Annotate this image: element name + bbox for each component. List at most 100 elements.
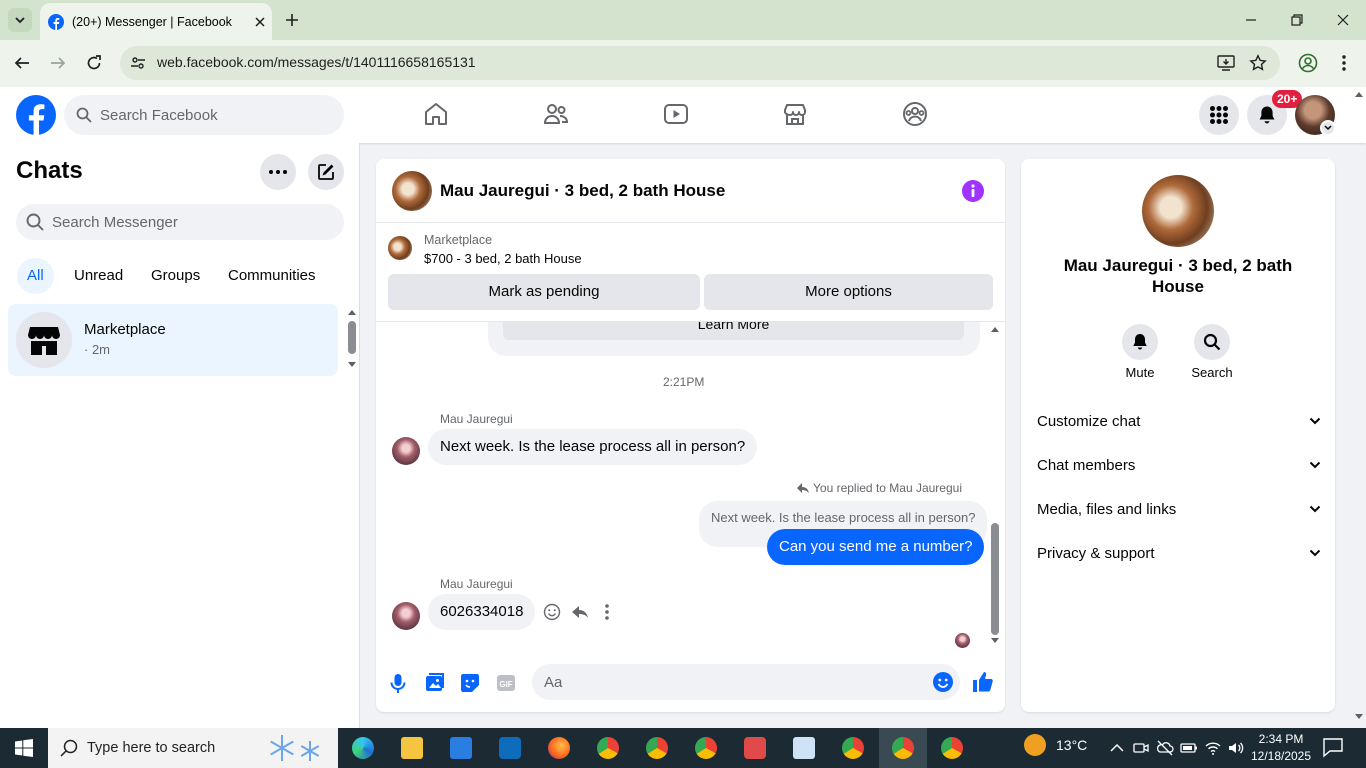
- sticker-icon[interactable]: [459, 672, 481, 694]
- install-app-button[interactable]: [1215, 53, 1237, 73]
- sender-avatar[interactable]: [392, 437, 420, 465]
- browser-profile-button[interactable]: [1297, 53, 1319, 73]
- facebook-search-input[interactable]: Search Facebook: [64, 95, 344, 135]
- restore-window-button[interactable]: [1274, 0, 1320, 40]
- home-icon[interactable]: [423, 101, 449, 127]
- taskbar-app-snipping-tool[interactable]: [739, 732, 771, 764]
- new-tab-button[interactable]: [280, 8, 304, 32]
- conversation-header-avatar[interactable]: [392, 171, 432, 211]
- taskbar-app-notepad[interactable]: [788, 732, 820, 764]
- microphone-icon[interactable]: [387, 672, 409, 694]
- messenger-search-input[interactable]: Search Messenger: [16, 204, 344, 240]
- chat-options-button[interactable]: [260, 154, 296, 190]
- conversation-scrollbar[interactable]: [991, 523, 999, 635]
- search-in-conversation-button[interactable]: [1194, 324, 1230, 360]
- taskbar-app-chrome-5[interactable]: [936, 732, 968, 764]
- sender-avatar[interactable]: [392, 602, 420, 630]
- learn-more-button[interactable]: Learn More: [503, 322, 964, 340]
- browser-tab-messenger[interactable]: (20+) Messenger | Facebook: [40, 3, 272, 40]
- taskbar-app-chrome-4[interactable]: [837, 732, 869, 764]
- marketplace-icon[interactable]: [782, 101, 808, 127]
- video-icon[interactable]: [663, 101, 689, 127]
- scroll-down-arrow-icon[interactable]: [346, 361, 358, 369]
- taskbar-app-store[interactable]: [445, 732, 477, 764]
- minimize-window-button[interactable]: [1228, 0, 1274, 40]
- reload-button[interactable]: [81, 51, 107, 75]
- gif-icon[interactable]: GIF: [495, 672, 517, 694]
- info-panel-avatar[interactable]: [1142, 175, 1214, 247]
- privacy-support-section[interactable]: Privacy & support: [1037, 543, 1321, 563]
- more-options-button[interactable]: More options: [704, 274, 993, 310]
- chevron-up-icon[interactable]: [1108, 739, 1126, 757]
- groups-icon[interactable]: [902, 101, 928, 127]
- page-scroll-up-arrow-icon[interactable]: [1354, 90, 1364, 98]
- more-vertical-icon[interactable]: [604, 603, 610, 621]
- close-icon: [1337, 14, 1349, 26]
- info-icon[interactable]: [962, 180, 984, 202]
- listing-title[interactable]: $700 - 3 bed, 2 bath House: [424, 251, 582, 266]
- volume-icon[interactable]: [1227, 739, 1245, 757]
- browser-menu-button[interactable]: [1333, 53, 1355, 73]
- mark-as-pending-button[interactable]: Mark as pending: [388, 274, 700, 310]
- reply-icon[interactable]: [571, 603, 589, 621]
- photo-icon[interactable]: [423, 672, 445, 694]
- chat-members-section[interactable]: Chat members: [1037, 455, 1321, 475]
- taskbar-app-mail[interactable]: [494, 732, 526, 764]
- chat-list-scrollbar[interactable]: [348, 321, 356, 354]
- account-menu-caret[interactable]: [1320, 120, 1336, 136]
- taskbar-app-file-explorer[interactable]: [396, 732, 428, 764]
- facebook-logo-icon[interactable]: [16, 95, 56, 135]
- taskbar-app-edge[interactable]: [347, 732, 379, 764]
- wifi-icon[interactable]: [1204, 739, 1222, 757]
- scroll-up-arrow-icon[interactable]: [990, 325, 1000, 333]
- bookmark-button[interactable]: [1247, 53, 1269, 73]
- filter-unread[interactable]: Unread: [64, 258, 133, 294]
- listing-thumbnail[interactable]: [388, 236, 412, 260]
- message-input[interactable]: [532, 664, 922, 700]
- facebook-favicon-icon: [48, 13, 64, 30]
- meet-now-icon[interactable]: [1132, 739, 1150, 757]
- more-vertical-icon: [1342, 55, 1346, 71]
- back-button[interactable]: [9, 51, 35, 75]
- emoji-icon[interactable]: [932, 671, 954, 693]
- new-message-button[interactable]: [308, 154, 344, 190]
- chevron-down-icon: [15, 17, 25, 24]
- filter-communities[interactable]: Communities: [218, 258, 326, 294]
- scroll-down-arrow-icon[interactable]: [990, 637, 1000, 645]
- cloud-offline-icon[interactable]: [1156, 739, 1174, 757]
- scroll-up-arrow-icon[interactable]: [346, 308, 358, 316]
- close-window-button[interactable]: [1320, 0, 1366, 40]
- taskbar-app-chrome-3[interactable]: [690, 732, 722, 764]
- mute-button[interactable]: [1122, 324, 1158, 360]
- taskbar-app-chrome-1[interactable]: [592, 732, 624, 764]
- friends-icon[interactable]: [543, 101, 569, 127]
- page-scroll-down-arrow-icon[interactable]: [1354, 713, 1364, 721]
- customize-chat-section[interactable]: Customize chat: [1037, 411, 1321, 431]
- restore-icon: [1291, 14, 1303, 26]
- incoming-message[interactable]: 6026334018: [428, 594, 536, 630]
- taskbar-app-chrome-active[interactable]: [887, 732, 919, 764]
- site-info-button[interactable]: [128, 53, 148, 73]
- incoming-message[interactable]: Next week. Is the lease process all in p…: [428, 429, 758, 465]
- start-button[interactable]: [0, 728, 48, 768]
- react-emoji-icon[interactable]: [543, 603, 561, 621]
- tab-close-button[interactable]: [248, 10, 272, 34]
- filter-groups[interactable]: Groups: [141, 258, 210, 294]
- outgoing-message[interactable]: Can you send me a number?: [767, 529, 985, 565]
- taskbar-search-box[interactable]: Type here to search: [48, 728, 338, 768]
- battery-icon[interactable]: [1180, 739, 1198, 757]
- thumbs-up-icon[interactable]: [971, 670, 995, 694]
- taskbar-weather[interactable]: 13°C: [1024, 734, 1087, 756]
- taskbar-app-chrome-2[interactable]: [641, 732, 673, 764]
- tab-list-button[interactable]: [8, 8, 32, 32]
- message-sender: Mau Jauregui: [440, 412, 513, 426]
- conversation-title[interactable]: Mau Jauregui · 3 bed, 2 bath House: [440, 181, 725, 201]
- notification-center-icon[interactable]: [1322, 736, 1344, 758]
- forward-button[interactable]: [45, 51, 71, 75]
- taskbar-app-firefox[interactable]: [543, 732, 575, 764]
- address-url[interactable]: web.facebook.com/messages/t/140111665816…: [157, 54, 476, 70]
- media-files-links-section[interactable]: Media, files and links: [1037, 499, 1321, 519]
- filter-all[interactable]: All: [17, 258, 54, 294]
- menu-button[interactable]: [1199, 95, 1239, 135]
- taskbar-clock[interactable]: 2:34 PM 12/18/2025: [1246, 731, 1316, 765]
